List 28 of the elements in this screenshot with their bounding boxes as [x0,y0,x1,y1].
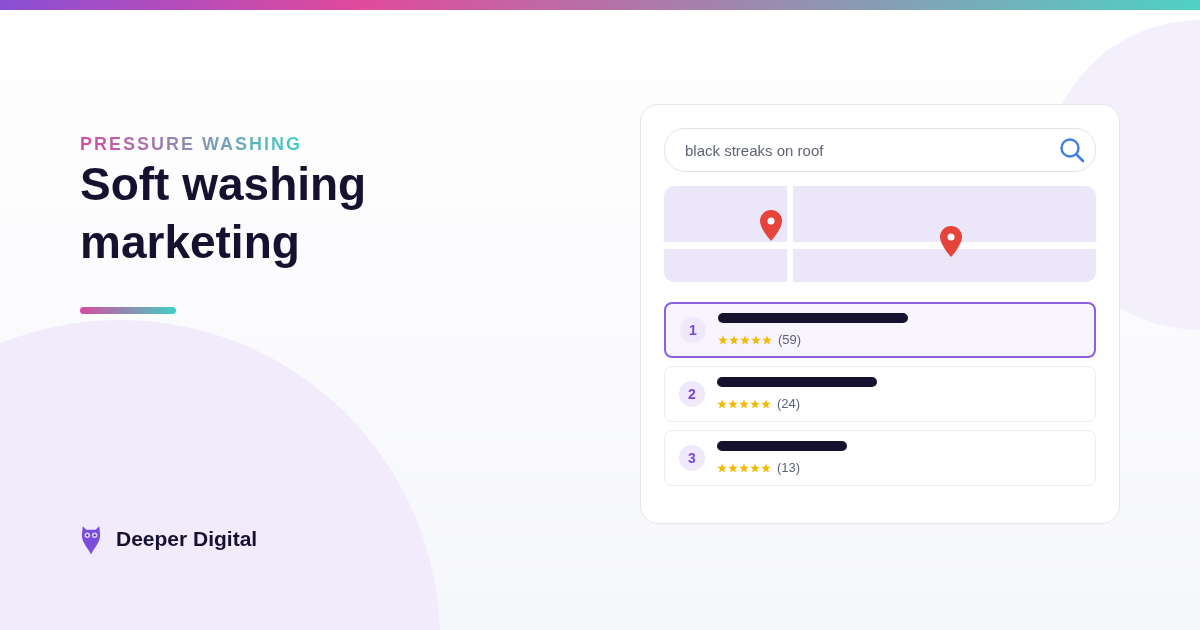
result-item[interactable]: 2 (24) [664,366,1096,422]
headline: Soft washing marketing [80,157,368,270]
brand-name: Deeper Digital [116,527,258,551]
star-icon [740,334,750,345]
star-icon [750,398,760,409]
review-count: (59) [778,332,802,347]
review-count: (13) [777,460,801,475]
star-icon [751,334,761,345]
star-icon [739,398,749,409]
star-icon [728,398,738,409]
star-icon [750,462,760,473]
star-icon [717,462,727,473]
star-icon [718,334,728,345]
star-icon [717,398,727,409]
star-icon [728,462,738,473]
star-icon [761,462,771,473]
rank-badge: 1 [680,317,706,343]
result-item[interactable]: 3 (13) [664,430,1096,486]
result-item[interactable]: 1 (59) [664,302,1096,358]
review-count: (24) [777,396,801,411]
star-icon [761,398,771,409]
search-icon[interactable] [1059,137,1085,163]
star-icon [729,334,739,345]
star-icon [762,334,772,345]
star-icon [739,462,749,473]
rank-badge: 3 [679,445,705,471]
rank-badge: 2 [679,381,705,407]
search-field[interactable]: black streaks on roof [664,128,1096,172]
